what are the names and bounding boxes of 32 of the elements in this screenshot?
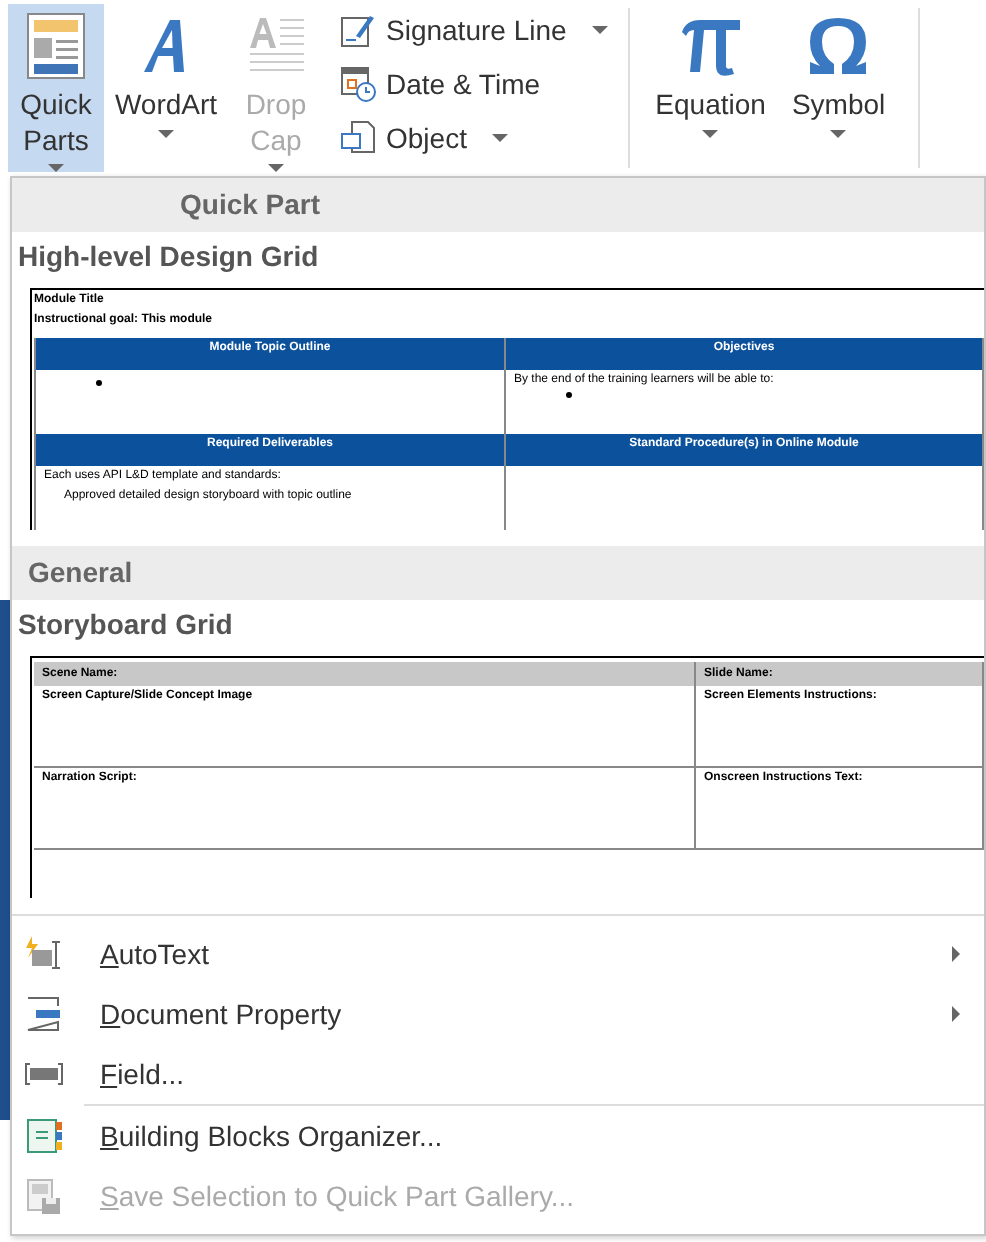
save-to-gallery-icon [24,1178,64,1214]
bullet-icon [566,392,572,398]
caret-icon [830,129,847,137]
gallery-section-header: General [12,546,984,600]
menu-item[interactable]: AutoText [12,924,984,984]
calendar-clock-icon [340,66,376,102]
gallery-section-header: Quick Part [12,178,984,232]
menu-item[interactable]: Document Property [12,984,984,1044]
ribbon-button[interactable]: Signature Line [336,4,613,56]
ribbon-button[interactable]: Object [336,112,613,164]
submenu-arrow-icon [952,1006,960,1022]
menu-item[interactable]: Building Blocks Organizer... [12,1106,984,1166]
object-icon [340,120,376,156]
signature-pen-icon [340,12,376,48]
gallery-item-title[interactable]: Storyboard Grid [18,608,984,640]
caret-icon [702,129,719,137]
caret-icon [592,26,609,34]
caret-icon [158,129,174,137]
submenu-arrow-icon [952,946,960,962]
ribbon-button[interactable]: Equation [646,4,775,172]
ribbon-button[interactable]: Date & Time [336,58,613,110]
caret-icon [492,134,509,142]
gallery-item-title[interactable]: High-level Design Grid [18,240,984,272]
ribbon-button[interactable]: Symbol [774,4,903,172]
document-parts-icon [26,12,86,80]
organizer-icon [24,1118,64,1154]
document-property-icon [24,996,64,1032]
bullet-icon [96,380,102,386]
ribbon-button[interactable]: Quick Parts [8,4,104,172]
menu-item[interactable]: Field... [12,1044,984,1104]
autotext-icon [24,936,64,972]
ribbon-button[interactable]: WordArt [104,4,228,172]
